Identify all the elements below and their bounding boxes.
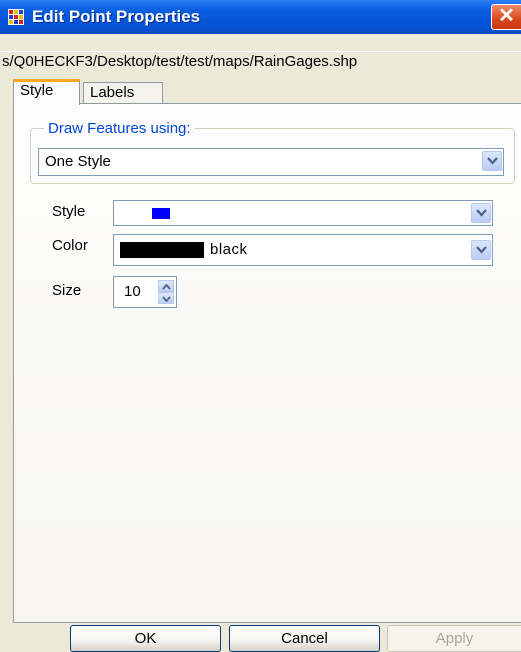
style-label: Style [52,203,86,220]
tab-style[interactable]: Style [13,79,80,105]
spin-down-icon[interactable] [158,292,174,304]
apply-button[interactable]: Apply [387,625,521,652]
color-name: black [210,241,248,258]
app-grid-icon [8,9,24,25]
color-dropdown[interactable]: black [113,234,493,266]
spin-up-icon[interactable] [158,280,174,292]
draw-features-dropdown[interactable]: One Style [38,148,504,176]
style-swatch [152,208,170,219]
close-button[interactable]: ✕ [491,4,521,30]
chevron-down-icon[interactable] [471,240,491,260]
ok-button[interactable]: OK [70,625,221,652]
chevron-down-icon[interactable] [471,203,491,223]
style-dropdown[interactable] [113,200,493,226]
file-path-bar: s/Q0HECKF3/Desktop/test/test/maps/RainGa… [0,51,521,76]
window-title: Edit Point Properties [32,7,201,26]
color-swatch [120,242,204,258]
spinner-buttons [158,280,174,304]
draw-features-value: One Style [45,153,111,170]
chevron-down-icon[interactable] [482,151,502,171]
size-label: Size [52,282,82,299]
cancel-button[interactable]: Cancel [229,625,380,652]
title-bar[interactable]: Edit Point Properties ✕ [0,0,521,34]
color-label: Color [52,237,88,254]
tab-labels[interactable]: Labels [83,82,163,104]
file-path: s/Q0HECKF3/Desktop/test/test/maps/RainGa… [2,53,358,70]
size-spinner[interactable]: 10 [113,276,177,308]
size-value[interactable]: 10 [124,277,141,307]
close-icon: ✕ [498,5,515,27]
draw-features-legend: Draw Features using: [44,120,195,138]
